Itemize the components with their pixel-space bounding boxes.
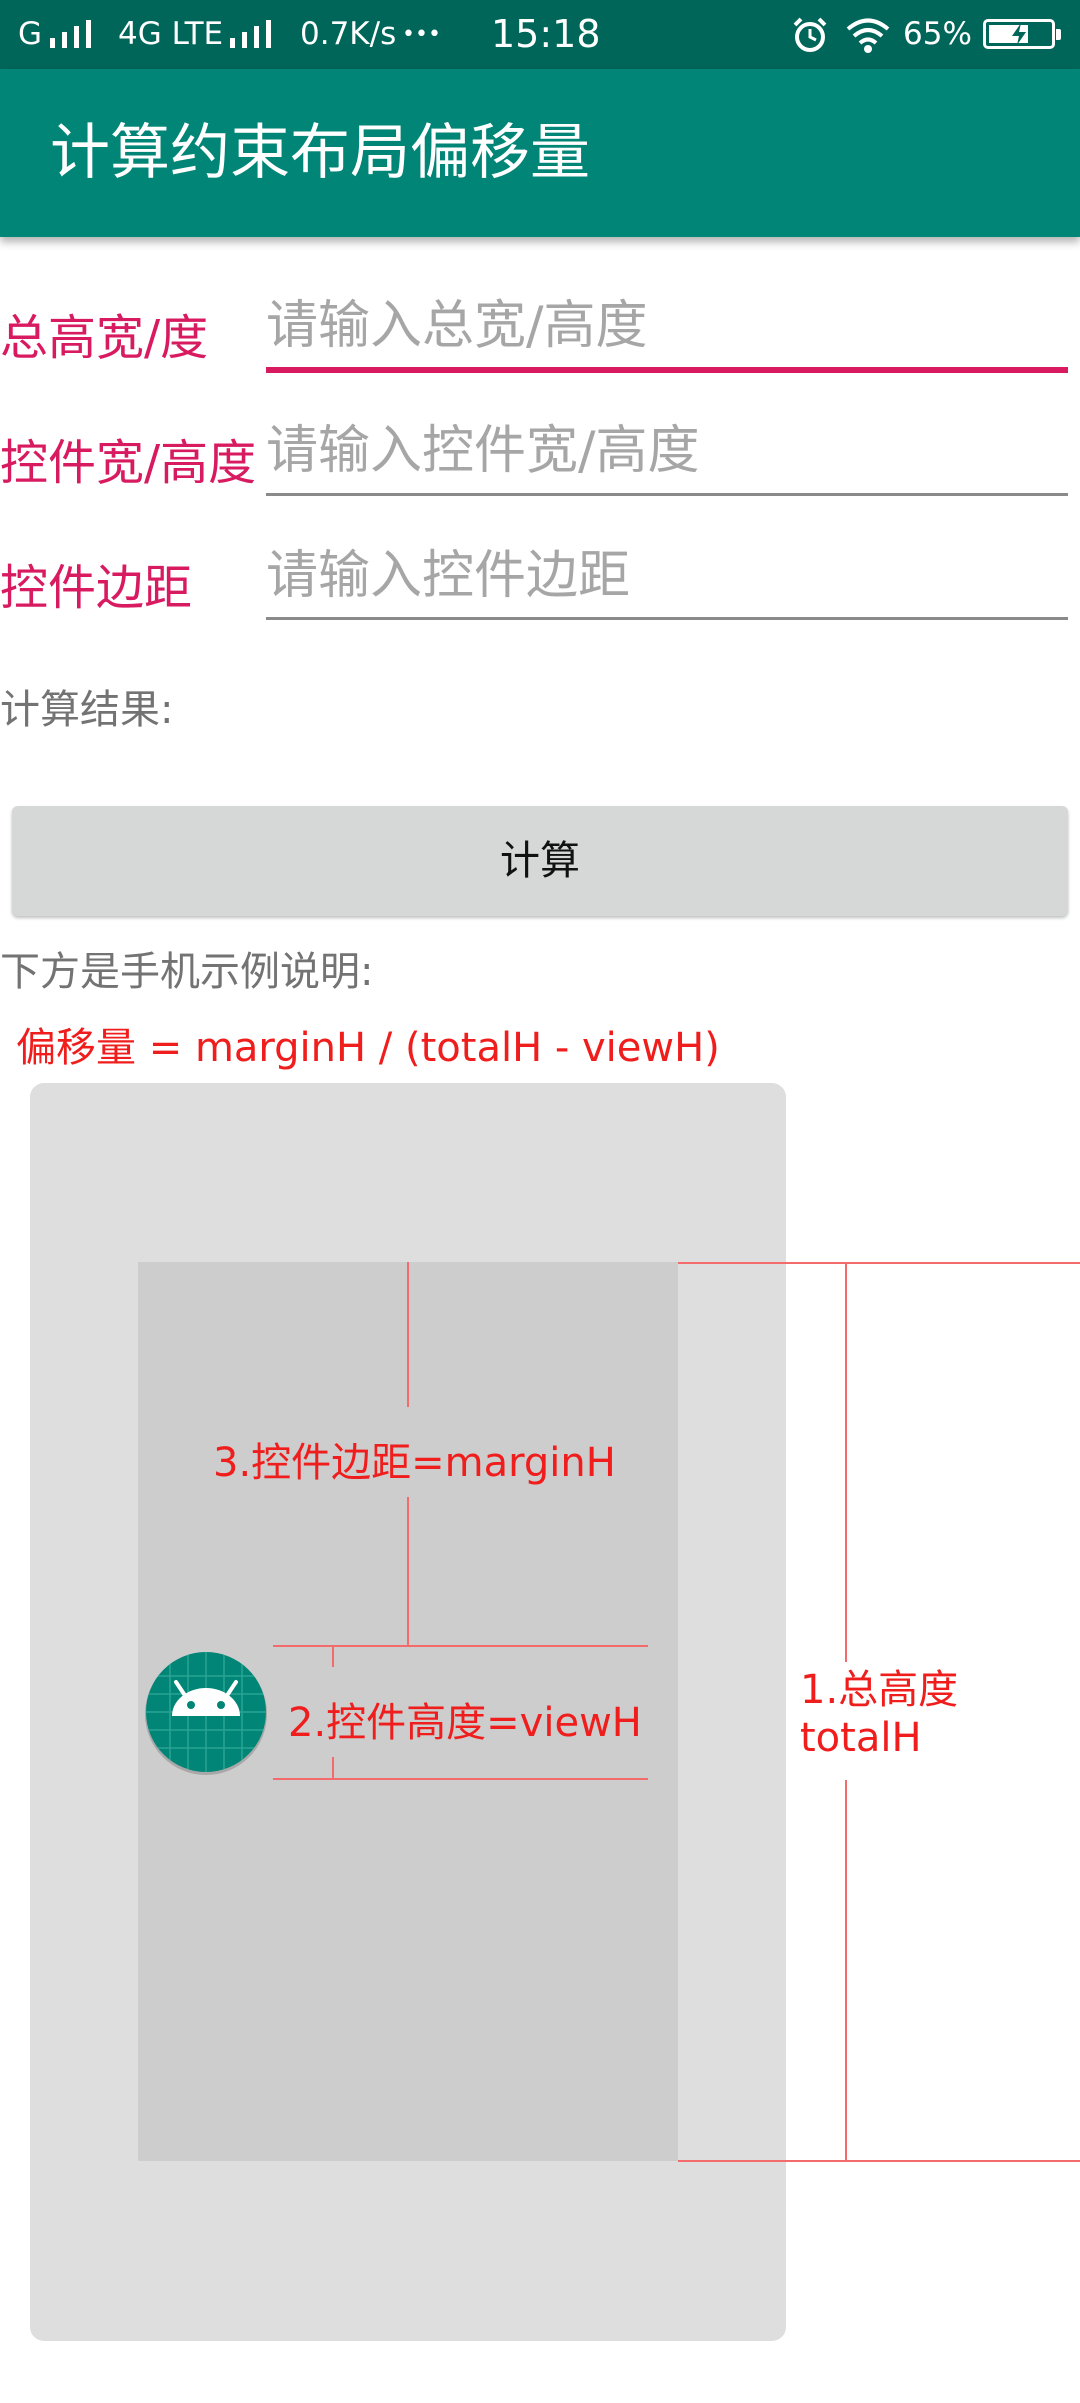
signal-icon (50, 20, 102, 48)
signal-icon (230, 20, 282, 48)
total-top-line (678, 1262, 1080, 1264)
network-label: 4G LTE (118, 16, 224, 52)
total-height-var: totalH (800, 1715, 922, 1761)
battery-charging-icon (983, 19, 1061, 49)
view-margin-input[interactable] (266, 546, 1068, 606)
view-dimension-line (332, 1645, 334, 1667)
total-dimension-line (845, 1780, 847, 2161)
view-size-input[interactable] (266, 421, 1068, 481)
view-height-label: 2.控件高度=viewH (288, 1700, 642, 1746)
total-dimension-line (845, 1262, 847, 1662)
result-label: 计算结果: (0, 687, 174, 733)
view-size-label: 控件宽/高度 (0, 435, 257, 491)
total-height-title: 1.总高度 (800, 1667, 959, 1713)
wifi-icon (846, 18, 890, 53)
status-bar: G 4G LTE 0.7K/s ••• 15:18 65% (0, 0, 1080, 69)
total-height-label: 1.总高度 totalH (800, 1666, 958, 1762)
margin-dimension-line (407, 1262, 409, 1407)
android-icon (145, 1652, 267, 1775)
view-margin-underline (266, 617, 1068, 620)
battery-percent: 65% (903, 16, 972, 52)
calculate-button[interactable]: 计算 (12, 806, 1068, 916)
view-margin-label: 控件边距 (0, 560, 193, 616)
view-top-line (273, 1645, 648, 1647)
view-size-underline (266, 493, 1068, 496)
total-bottom-line (678, 2160, 1080, 2162)
app-title: 计算约束布局偏移量 (50, 118, 590, 188)
formula-text: 偏移量 = marginH / (totalH - viewH) (16, 1025, 720, 1071)
margin-dimension-line (407, 1497, 409, 1645)
more-icon: ••• (402, 22, 441, 47)
total-size-label: 总高宽/度 (0, 310, 209, 366)
alarm-icon (793, 17, 827, 52)
clock: 15:18 (491, 12, 601, 56)
view-dimension-line (332, 1757, 334, 1779)
net-speed: 0.7K/s (300, 16, 397, 52)
app-bar: 计算约束布局偏移量 (0, 69, 1080, 237)
margin-label: 3.控件边距=marginH (213, 1440, 616, 1486)
view-bottom-line (273, 1778, 648, 1780)
example-label: 下方是手机示例说明: (0, 949, 374, 995)
carrier-label: G (18, 16, 43, 52)
total-size-underline (266, 367, 1068, 373)
total-size-input[interactable] (266, 296, 1068, 356)
